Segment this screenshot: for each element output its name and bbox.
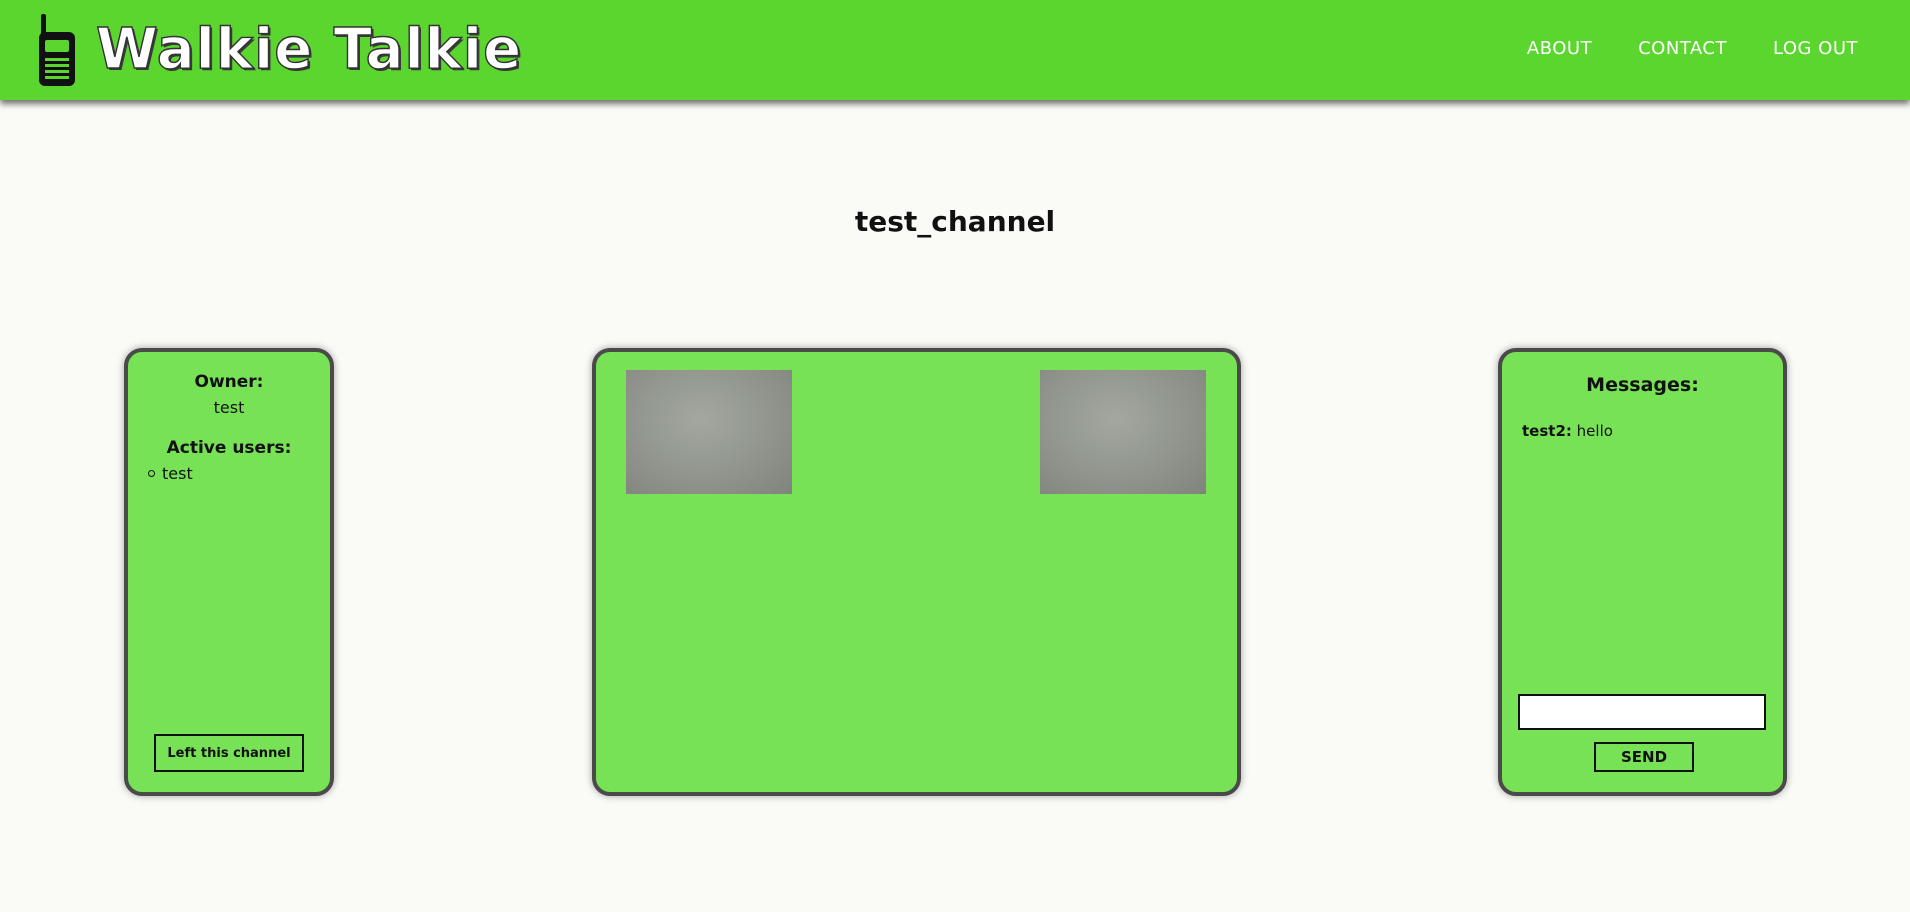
messages-panel: Messages: test2: hello SEND (1498, 348, 1787, 796)
video-stream-remote[interactable] (1040, 370, 1206, 494)
message-input[interactable] (1518, 694, 1766, 730)
header-bar: Walkie Talkie ABOUT CONTACT LOG OUT (0, 0, 1910, 100)
active-user-item: test (148, 464, 193, 483)
brand[interactable]: Walkie Talkie (36, 10, 522, 90)
channel-info-panel: Owner: test Active users: test Left this… (124, 348, 334, 796)
message-sender: test2: (1522, 422, 1572, 440)
nav-logout-link[interactable]: LOG OUT (1773, 38, 1858, 59)
active-users-list: test (148, 464, 193, 483)
messages-label: Messages: (1586, 374, 1699, 396)
message-item: test2: hello (1522, 422, 1613, 440)
send-button[interactable]: SEND (1594, 742, 1694, 772)
owner-label: Owner: (194, 372, 264, 392)
message-text: hello (1576, 422, 1613, 440)
active-users-label: Active users: (166, 438, 292, 458)
video-stream-local[interactable] (626, 370, 792, 494)
video-panel (592, 348, 1241, 796)
channel-title: test_channel (854, 205, 1056, 238)
leave-channel-button[interactable]: Left this channel (154, 734, 304, 772)
bullet-icon (148, 470, 155, 477)
walkie-talkie-icon (39, 14, 75, 86)
app-title: Walkie Talkie (95, 16, 523, 82)
main-nav: ABOUT CONTACT LOG OUT (1527, 38, 1858, 59)
active-user-name: test (162, 464, 193, 483)
nav-contact-link[interactable]: CONTACT (1638, 38, 1727, 59)
owner-name: test (213, 398, 245, 417)
nav-about-link[interactable]: ABOUT (1527, 38, 1592, 59)
